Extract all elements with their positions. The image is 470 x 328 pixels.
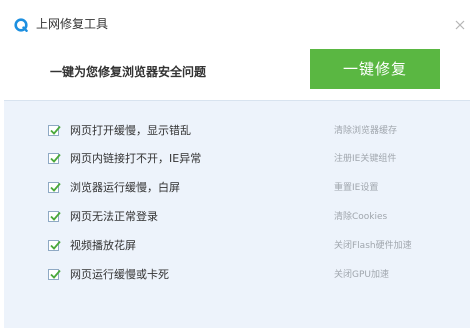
issue-row: 网页内链接打不开，IE异常 注册IE关键组件 xyxy=(4,150,470,170)
issue-row: 网页无法正常登录 清除Cookies xyxy=(4,208,470,228)
issue-action: 注册IE关键组件 xyxy=(334,154,397,164)
issue-checkbox[interactable] xyxy=(48,182,61,193)
window-title: 上网修复工具 xyxy=(36,17,109,31)
issue-row: 视频播放花屏 关闭Flash硬件加速 xyxy=(4,237,470,257)
issue-checkbox[interactable] xyxy=(48,211,61,222)
one-click-fix-button[interactable]: 一键修复 xyxy=(310,49,440,89)
checkmark-icon xyxy=(50,153,61,163)
header-panel: 一键为您修复浏览器安全问题 一键修复 xyxy=(0,44,470,100)
issue-checkbox[interactable] xyxy=(48,240,61,251)
checkmark-icon xyxy=(50,240,61,250)
issue-action: 清除浏览器缓存 xyxy=(334,126,398,136)
qq-browser-logo-icon xyxy=(14,17,28,32)
issue-label: 网页打开缓慢，显示错乱 xyxy=(70,124,191,137)
issue-label: 视频播放花屏 xyxy=(70,239,136,252)
issue-checkbox[interactable] xyxy=(48,269,61,280)
issue-action: 清除Cookies xyxy=(334,212,388,222)
close-icon[interactable] xyxy=(454,16,466,30)
title-bar: 上网修复工具 xyxy=(0,0,470,44)
issue-action: 关闭Flash硬件加速 xyxy=(334,241,412,251)
issue-label: 网页内链接打不开，IE异常 xyxy=(70,152,202,165)
issue-row: 网页打开缓慢，显示错乱 清除浏览器缓存 xyxy=(4,122,470,142)
issue-row: 浏览器运行缓慢，白屏 重置IE设置 xyxy=(4,179,470,199)
issue-panel: 网页打开缓慢，显示错乱 清除浏览器缓存 网页内链接打不开，IE异常 注册IE关键… xyxy=(4,100,470,328)
issue-action: 重置IE设置 xyxy=(334,183,379,193)
repair-tool-window: 上网修复工具 一键为您修复浏览器安全问题 一键修复 网页打开缓慢，显示错乱 清除… xyxy=(0,0,470,328)
issue-checkbox[interactable] xyxy=(48,125,61,136)
issue-action: 关闭GPU加速 xyxy=(334,270,389,280)
headline: 一键为您修复浏览器安全问题 xyxy=(50,65,207,79)
checkmark-icon xyxy=(50,211,61,221)
issue-label: 网页运行缓慢或卡死 xyxy=(70,268,169,281)
checkmark-icon xyxy=(50,269,61,279)
checkmark-icon xyxy=(50,182,61,192)
checkmark-icon xyxy=(50,125,61,135)
issue-label: 网页无法正常登录 xyxy=(70,210,158,223)
issue-label: 浏览器运行缓慢，白屏 xyxy=(70,181,180,194)
issue-row: 网页运行缓慢或卡死 关闭GPU加速 xyxy=(4,266,470,286)
issue-checkbox[interactable] xyxy=(48,153,61,164)
